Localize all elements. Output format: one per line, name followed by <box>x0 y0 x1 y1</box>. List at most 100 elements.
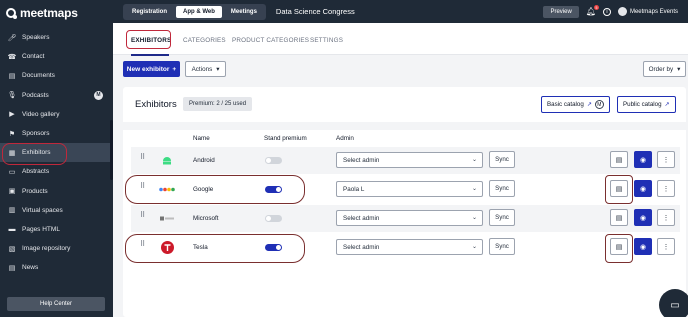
annotation-highlight <box>125 234 305 263</box>
sidebar-item-label: Abstracts <box>22 168 50 176</box>
sidebar-item-label: Pages HTML <box>22 225 60 233</box>
public-catalog-label: Public catalog <box>623 101 662 108</box>
sidebar-item-label: Speakers <box>22 34 50 42</box>
html-icon: ▬ <box>8 225 16 233</box>
sidebar-item-video-gallery[interactable]: ▶ Video gallery <box>0 105 113 124</box>
segment-registration[interactable]: Registration <box>125 6 174 18</box>
premium-usage-badge: Premium: 2 / 25 used <box>183 97 253 111</box>
video-icon: ▶ <box>9 111 15 119</box>
chevron-down-icon: ⌄ <box>471 244 477 250</box>
column-header-admin: Admin <box>336 135 354 142</box>
actions-dropdown[interactable]: Actions ▾ <box>185 61 226 77</box>
tab-categories[interactable]: CATEGORIES <box>183 37 226 44</box>
sidebar-item-podcasts[interactable]: 🎙︎ Podcasts M <box>0 86 113 105</box>
eye-icon[interactable]: ◉ <box>634 180 652 197</box>
event-name: Data Science Congress <box>275 7 355 16</box>
chevron-down-icon: ▾ <box>216 65 220 73</box>
bell-icon[interactable]: 🔔︎ 5 <box>586 5 599 16</box>
card-divider <box>123 122 686 130</box>
eye-icon[interactable]: ◉ <box>634 209 652 226</box>
sidebar-item-label: News <box>22 264 39 272</box>
sync-button[interactable]: Sync <box>489 180 515 197</box>
order-by-label: Order by <box>648 65 674 73</box>
order-by-dropdown[interactable]: Order by ▾ <box>643 61 686 77</box>
column-header-name: Name <box>193 135 210 142</box>
sync-button[interactable]: Sync <box>489 209 515 226</box>
sidebar-item-label: Documents <box>22 72 55 80</box>
preview-button[interactable]: Preview <box>543 5 579 18</box>
chat-icon[interactable]: ▭ <box>659 289 688 317</box>
module-badge: M <box>94 90 103 100</box>
sidebar-item-label: Products <box>22 187 48 195</box>
sidebar-item-documents[interactable]: ▤ Documents <box>0 66 113 85</box>
info-icon[interactable]: i <box>602 7 611 16</box>
sidebar-item-products[interactable]: ▣ Products <box>0 182 113 201</box>
phone-icon: ☎︎ <box>7 53 17 61</box>
admin-select-value: Select admin <box>343 214 380 222</box>
sidebar-item-label: Podcasts <box>22 91 49 99</box>
calendar-icon[interactable]: ▤ <box>610 209 628 226</box>
sidebar-item-label: Sponsors <box>22 130 50 138</box>
sidebar-item-abstracts[interactable]: ▭ Abstracts <box>0 162 113 181</box>
sidebar-item-speakers[interactable]: 🎤︎ Speakers <box>0 28 113 47</box>
stand-premium-toggle[interactable] <box>265 157 282 164</box>
chevron-down-icon: ⌄ <box>471 215 477 221</box>
stand-premium-toggle[interactable] <box>265 215 282 222</box>
sidebar-item-contact[interactable]: ☎︎ Contact <box>0 47 113 66</box>
calendar-icon[interactable]: ▤ <box>610 151 628 168</box>
admin-select[interactable]: Select admin ⌄ <box>336 152 483 168</box>
segment-app-web[interactable]: App & Web <box>176 5 222 18</box>
table-row: ⠿ Microsoft Select admin ⌄ Sync ▤ ◉ ⋮ <box>131 205 680 232</box>
user-menu[interactable]: Meetmaps Events <box>617 7 678 16</box>
sync-button[interactable]: Sync <box>489 238 515 255</box>
public-catalog-button[interactable]: Public catalog ↗ <box>617 96 676 113</box>
actions-label: Actions <box>191 65 213 73</box>
sync-button[interactable]: Sync <box>489 151 515 168</box>
new-exhibitor-label: New exhibitor <box>126 65 170 73</box>
sidebar-scrollbar[interactable] <box>110 120 113 180</box>
more-options-icon[interactable]: ⋮ <box>657 238 675 255</box>
help-center-button[interactable]: Help Center <box>7 297 105 311</box>
eye-icon[interactable]: ◉ <box>634 238 652 255</box>
tabs-bar: EXHIBITORS CATEGORIES PRODUCT CATEGORIES… <box>113 23 688 56</box>
admin-select-value: Paola L <box>343 185 365 193</box>
sidebar-item-label: Virtual spaces <box>22 206 63 214</box>
box-icon: ▣ <box>8 188 16 196</box>
plus-icon: + <box>172 65 177 73</box>
news-icon: ▤ <box>8 264 16 272</box>
sidebar-item-label: Contact <box>22 53 45 61</box>
tab-product-categories[interactable]: PRODUCT CATEGORIES <box>232 37 309 44</box>
image-icon: ▧ <box>8 245 16 253</box>
abstract-icon: ▭ <box>8 168 16 176</box>
sidebar-item-label: Video gallery <box>22 110 60 118</box>
table-row: ⠿ Android Select admin ⌄ Sync ▤ ◉ ⋮ <box>131 147 680 174</box>
annotation-highlight <box>2 143 67 165</box>
sidebar-item-news[interactable]: ▤ News <box>0 258 113 277</box>
more-options-icon[interactable]: ⋮ <box>657 180 675 197</box>
drag-handle-icon[interactable]: ⠿ <box>140 212 145 219</box>
chevron-down-icon: ⌄ <box>471 157 477 163</box>
sidebar-item-sponsors[interactable]: ⚑ Sponsors <box>0 124 113 143</box>
admin-select-value: Select admin <box>343 156 380 164</box>
eye-icon[interactable]: ◉ <box>634 151 652 168</box>
top-right-controls: Preview 🔔︎ 5 i Meetmaps Events <box>543 5 678 18</box>
brand-logo[interactable]: meetmaps <box>0 0 113 26</box>
segment-meetings[interactable]: Meetings <box>224 6 264 18</box>
document-icon: ▤ <box>8 72 16 80</box>
new-exhibitor-button[interactable]: New exhibitor + <box>123 61 180 77</box>
admin-select[interactable]: Select admin ⌄ <box>336 210 483 226</box>
sidebar-item-pages-html[interactable]: ▬ Pages HTML <box>0 220 113 239</box>
drag-handle-icon[interactable]: ⠿ <box>140 154 145 161</box>
notification-count: 5 <box>593 5 599 10</box>
exhibitor-name: Microsoft <box>193 215 219 222</box>
basic-catalog-button[interactable]: Basic catalog ↗ M <box>541 96 610 113</box>
admin-select[interactable]: Select admin ⌄ <box>336 239 483 255</box>
sidebar-item-virtual-spaces[interactable]: ▥ Virtual spaces <box>0 201 113 220</box>
more-options-icon[interactable]: ⋮ <box>657 151 675 168</box>
more-options-icon[interactable]: ⋮ <box>657 209 675 226</box>
sidebar-item-image-repository[interactable]: ▧ Image repository <box>0 239 113 258</box>
top-bar: Registration App & Web Meetings Data Sci… <box>113 0 688 23</box>
tab-settings[interactable]: SETTINGS <box>310 37 343 44</box>
admin-select[interactable]: Paola L ⌄ <box>336 181 483 197</box>
chevron-down-icon: ▾ <box>677 65 681 73</box>
